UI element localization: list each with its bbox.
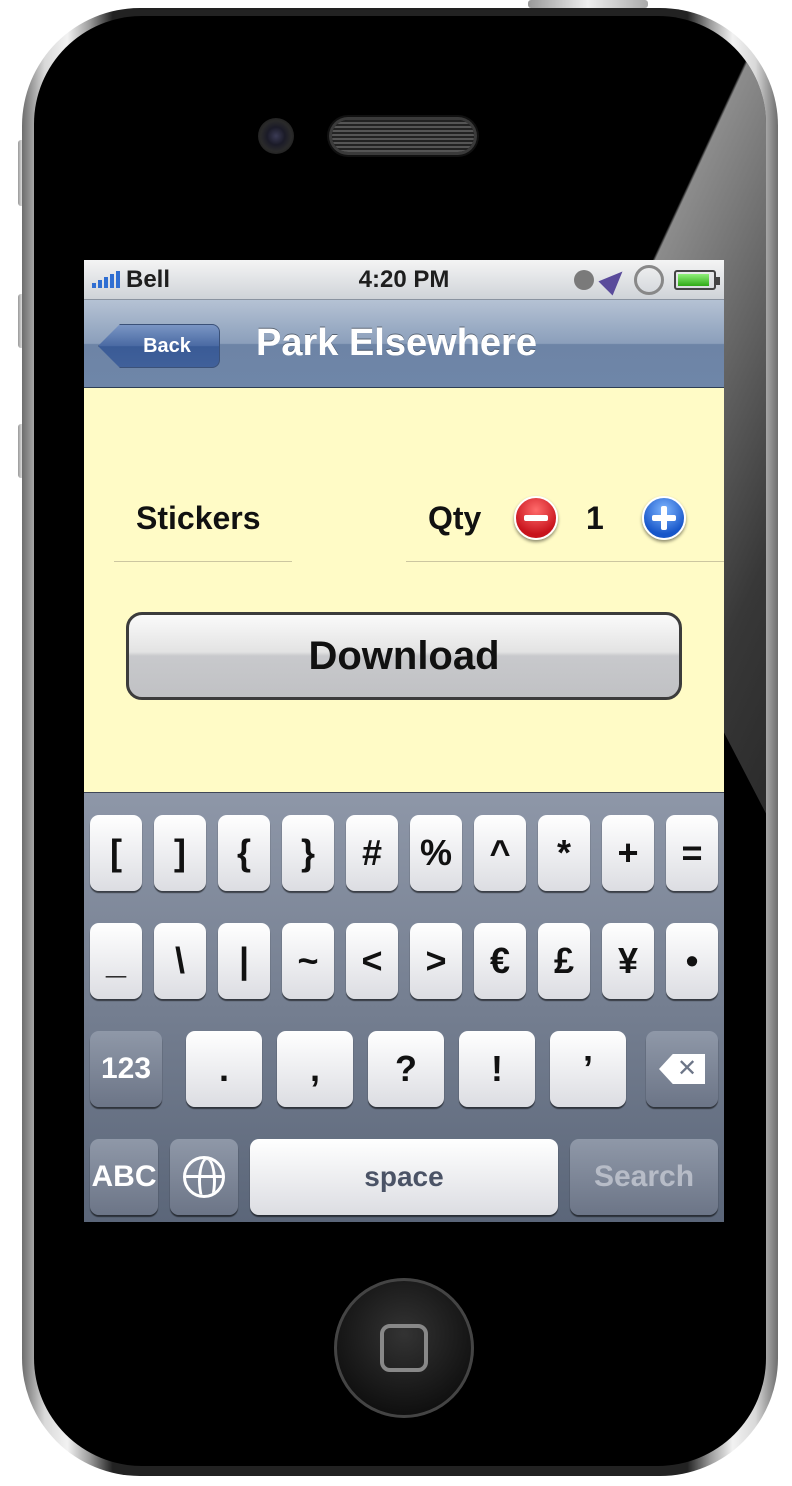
carrier-name: Bell	[126, 265, 171, 293]
symbol-keyboard: []{} #% ^ * + = _ \ | ~ < > € £ ¥ • 123 .,?!’ ✕ ABC sp…	[84, 792, 724, 1222]
qty-separator	[406, 561, 724, 562]
status-left: Bell	[92, 266, 170, 294]
delete-key[interactable]: ✕	[646, 1031, 718, 1107]
order-form: Stickers Qty 1 Download	[84, 388, 724, 791]
rotation-lock-icon	[634, 264, 664, 295]
symbol-key-row1-0[interactable]: [	[90, 815, 142, 891]
punctuation-key-4[interactable]: ’	[550, 1031, 626, 1107]
symbol-key-row2-4[interactable]: <	[346, 923, 398, 999]
page-title: Park Elsewhere	[256, 322, 537, 364]
symbol-key-row2-8[interactable]: ¥	[602, 923, 654, 999]
phone-screen: Bell 4:20 PM Back Park Elsewhere Sticker…	[84, 260, 724, 1222]
decrease-quantity-button[interactable]	[514, 496, 558, 540]
punctuation-key-3[interactable]: !	[459, 1031, 535, 1107]
item-separator	[114, 561, 292, 562]
symbol-key-row1-9[interactable]: =	[666, 815, 718, 891]
symbol-key-row2-2[interactable]: |	[218, 923, 270, 999]
symbol-key-row2-1[interactable]: \	[154, 923, 206, 999]
quantity-value: 1	[586, 500, 604, 536]
symbol-key-row2-6[interactable]: €	[474, 923, 526, 999]
home-button[interactable]	[334, 1278, 474, 1418]
letters-key[interactable]: ABC	[90, 1139, 158, 1215]
symbol-key-row1-7[interactable]: *	[538, 815, 590, 891]
punctuation-key-1[interactable]: ,	[277, 1031, 353, 1107]
signal-strength-icon	[92, 270, 120, 288]
globe-icon	[183, 1156, 225, 1198]
battery-fill	[678, 273, 709, 286]
symbol-key-row2-5[interactable]: >	[410, 923, 462, 999]
symbol-key-row1-8[interactable]: +	[602, 815, 654, 891]
earpiece-speaker	[332, 120, 474, 152]
symbol-key-row2-3[interactable]: ~	[282, 923, 334, 999]
status-bar: Bell 4:20 PM	[84, 260, 724, 300]
symbol-key-row1-3[interactable]: }	[282, 815, 334, 891]
navigation-bar: Back Park Elsewhere	[84, 300, 724, 388]
increase-quantity-button[interactable]	[642, 496, 686, 540]
numbers-key[interactable]: 123	[90, 1031, 162, 1107]
location-arrow-icon	[598, 263, 630, 296]
alarm-icon	[574, 269, 594, 290]
symbol-key-row1-1[interactable]: ]	[154, 815, 206, 891]
item-label: Stickers	[136, 500, 261, 536]
symbol-key-row1-4[interactable]: #	[346, 815, 398, 891]
download-button[interactable]: Download	[126, 612, 682, 700]
front-camera	[258, 118, 294, 154]
punctuation-key-2[interactable]: ?	[368, 1031, 444, 1107]
globe-key[interactable]	[170, 1139, 238, 1215]
back-button[interactable]: Back	[98, 324, 220, 368]
home-square-icon	[380, 1324, 428, 1372]
symbol-key-row2-0[interactable]: _	[90, 923, 142, 999]
backspace-icon: ✕	[659, 1054, 705, 1084]
qty-label: Qty	[428, 500, 482, 536]
battery-icon	[674, 269, 720, 290]
space-key[interactable]: space	[250, 1139, 558, 1215]
symbol-key-row1-2[interactable]: {	[218, 815, 270, 891]
symbol-key-row1-6[interactable]: ^	[474, 815, 526, 891]
status-right	[574, 263, 720, 296]
symbol-key-row2-9[interactable]: •	[666, 923, 718, 999]
symbol-key-row1-5[interactable]: %	[410, 815, 462, 891]
symbol-key-row2-7[interactable]: £	[538, 923, 590, 999]
punctuation-key-0[interactable]: .	[186, 1031, 262, 1107]
search-key[interactable]: Search	[570, 1139, 718, 1215]
power-button	[528, 0, 648, 8]
